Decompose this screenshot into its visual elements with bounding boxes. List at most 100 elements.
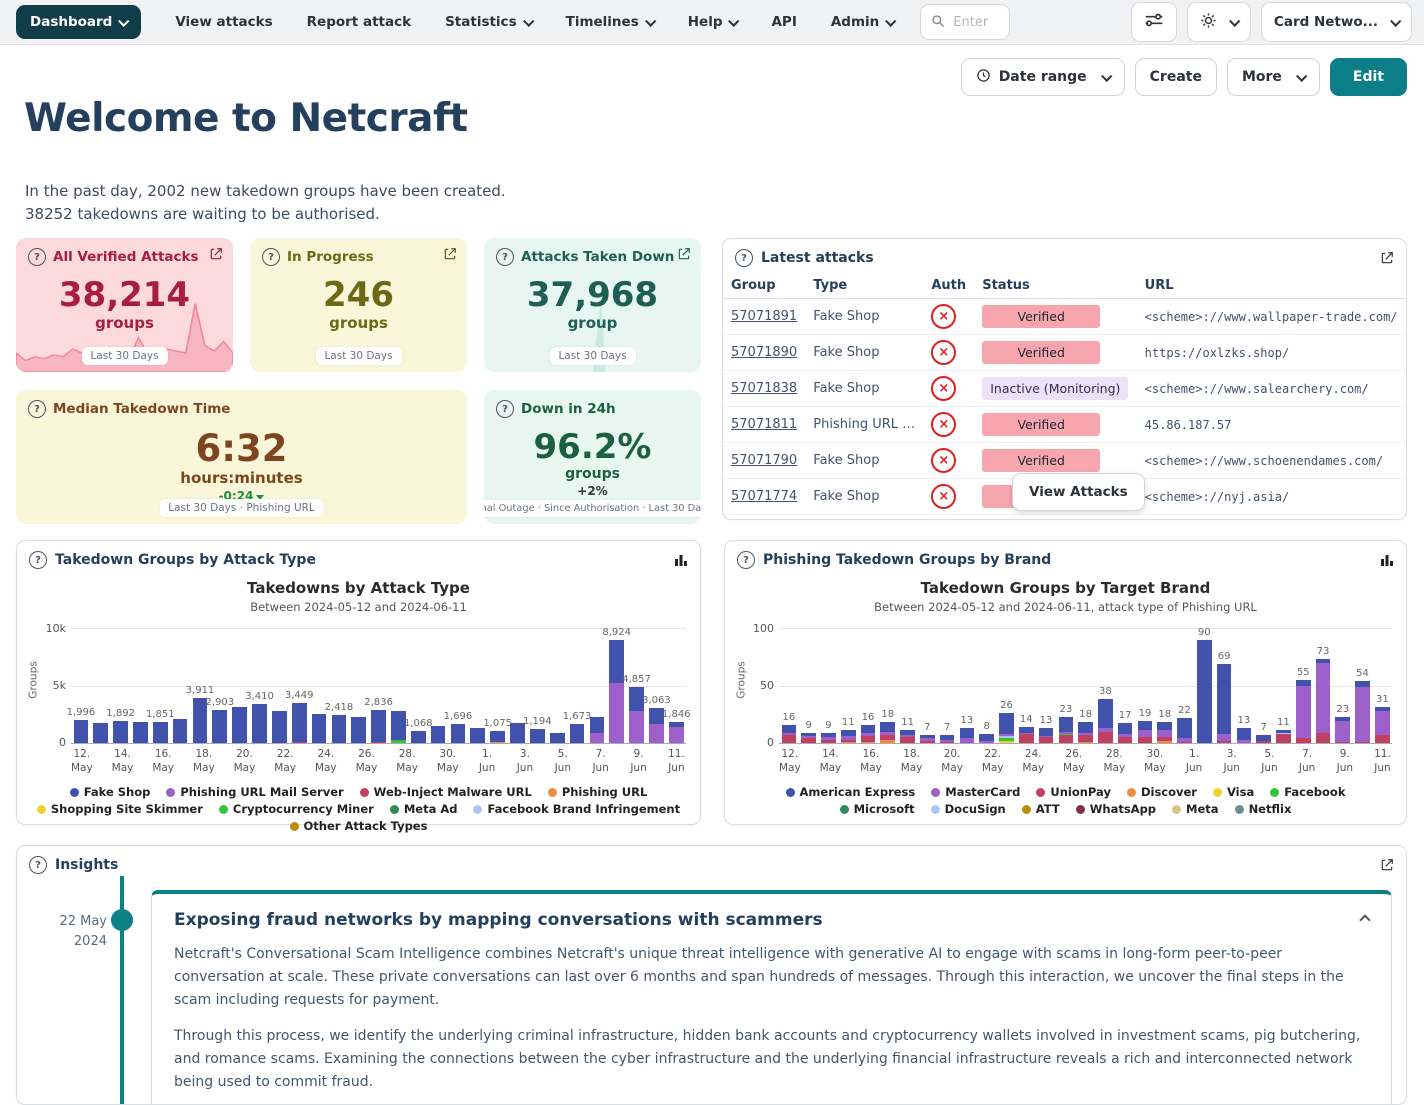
bar-29-may[interactable]: 1,068 [408, 628, 428, 743]
bar-16-may[interactable]: 1,851 [150, 628, 170, 743]
legend-item-discover[interactable]: Discover [1127, 785, 1197, 799]
bar-4-jun[interactable]: 13 [1234, 628, 1254, 743]
bar-31-may[interactable]: 1,696 [448, 628, 468, 743]
settings-button[interactable] [1187, 2, 1251, 42]
bar-1-jun[interactable]: 22 [1175, 628, 1195, 743]
bar-24-may[interactable]: 14 [1016, 628, 1036, 743]
help-icon[interactable]: ? [496, 248, 514, 266]
legend-item-facebook-brand-infringement[interactable]: Facebook Brand Infringement [473, 802, 680, 816]
bar-4-jun[interactable]: 1,194 [527, 628, 547, 743]
group-link[interactable]: 57071790 [731, 453, 797, 468]
bar-18-may[interactable]: 3,911 [190, 628, 210, 743]
external-link-icon[interactable] [443, 247, 457, 261]
legend-item-meta[interactable]: Meta [1172, 802, 1219, 816]
bar-17-may[interactable]: 18 [878, 628, 898, 743]
bar-13-may[interactable]: 9 [799, 628, 819, 743]
legend-item-netflix[interactable]: Netflix [1235, 802, 1292, 816]
bar-16-may[interactable]: 16 [858, 628, 878, 743]
bar-8-jun[interactable]: 73 [1313, 628, 1333, 743]
nav-item-report-attack[interactable]: Report attack [307, 14, 411, 30]
bar-19-may[interactable]: 7 [917, 628, 937, 743]
legend-item-microsoft[interactable]: Microsoft [840, 802, 915, 816]
bar-26-may[interactable] [349, 628, 369, 743]
bar-9-jun[interactable]: 23 [1333, 628, 1353, 743]
bar-12-may[interactable]: 16 [779, 628, 799, 743]
search-input[interactable] [951, 14, 999, 31]
bar-24-may[interactable] [309, 628, 329, 743]
bar-14-may[interactable]: 1,892 [111, 628, 131, 743]
legend-item-docusign[interactable]: DocuSign [931, 802, 1006, 816]
date-range-button[interactable]: Date range [961, 58, 1125, 96]
group-link[interactable]: 57071891 [731, 309, 797, 324]
external-link-icon[interactable] [1380, 251, 1394, 265]
bar-27-may[interactable]: 18 [1076, 628, 1096, 743]
bar-20-may[interactable]: 7 [937, 628, 957, 743]
legend-item-other-attack-types[interactable]: Other Attack Types [290, 819, 428, 833]
bar-28-may[interactable]: 38 [1096, 628, 1116, 743]
legend-item-whatsapp[interactable]: WhatsApp [1076, 802, 1156, 816]
bar-27-may[interactable]: 2,836 [369, 628, 389, 743]
bar-15-may[interactable]: 11 [838, 628, 858, 743]
bar-10-jun[interactable]: 3,063 [646, 628, 666, 743]
bar-21-may[interactable]: 13 [957, 628, 977, 743]
legend-item-att[interactable]: ATT [1022, 802, 1060, 816]
nav-item-view-attacks[interactable]: View attacks [175, 14, 272, 30]
help-icon[interactable]: ? [737, 551, 755, 569]
search-box[interactable] [920, 4, 1010, 40]
bar-9-jun[interactable]: 4,857 [627, 628, 647, 743]
bar-25-may[interactable]: 13 [1036, 628, 1056, 743]
legend-item-web-inject-malware-url[interactable]: Web-Inject Malware URL [360, 785, 532, 799]
group-link[interactable]: 57071838 [731, 381, 797, 396]
legend-item-american-express[interactable]: American Express [786, 785, 916, 799]
bar-7-jun[interactable] [587, 628, 607, 743]
bar-11-jun[interactable]: 1,846 [666, 628, 686, 743]
bar-2-jun[interactable]: 90 [1194, 628, 1214, 743]
nav-item-dashboard[interactable]: Dashboard [16, 5, 141, 39]
bar-22-may[interactable] [269, 628, 289, 743]
bar-5-jun[interactable]: 7 [1254, 628, 1274, 743]
bar-22-may[interactable]: 8 [977, 628, 997, 743]
bar-8-jun[interactable]: 8,924 [607, 628, 627, 743]
bar-3-jun[interactable]: 69 [1214, 628, 1234, 743]
nav-item-admin[interactable]: Admin [831, 14, 894, 30]
auth-denied-icon[interactable]: × [931, 412, 956, 437]
bar-chart-icon[interactable] [674, 553, 688, 567]
nav-item-help[interactable]: Help [688, 14, 738, 30]
legend-item-phishing-url-mail-server[interactable]: Phishing URL Mail Server [166, 785, 343, 799]
bar-31-may[interactable]: 18 [1155, 628, 1175, 743]
legend-item-unionpay[interactable]: UnionPay [1036, 785, 1111, 799]
bar-14-may[interactable]: 9 [819, 628, 839, 743]
help-icon[interactable]: ? [29, 856, 47, 874]
legend-item-visa[interactable]: Visa [1213, 785, 1254, 799]
help-icon[interactable]: ? [28, 400, 46, 418]
auth-denied-icon[interactable]: × [931, 448, 956, 473]
help-icon[interactable]: ? [262, 248, 280, 266]
nav-item-api[interactable]: API [771, 14, 796, 30]
group-link[interactable]: 57071890 [731, 345, 797, 360]
bar-23-may[interactable]: 3,449 [289, 628, 309, 743]
bar-2-jun[interactable]: 1,075 [488, 628, 508, 743]
bar-11-jun[interactable]: 31 [1372, 628, 1392, 743]
help-icon[interactable]: ? [496, 400, 514, 418]
collapse-chevron-icon[interactable] [1359, 914, 1370, 925]
bar-20-may[interactable] [230, 628, 250, 743]
bar-15-may[interactable] [131, 628, 151, 743]
external-link-icon[interactable] [1380, 858, 1394, 872]
edit-button[interactable]: Edit [1330, 58, 1407, 96]
bar-6-jun[interactable]: 1,673 [567, 628, 587, 743]
bar-7-jun[interactable]: 55 [1293, 628, 1313, 743]
bar-21-may[interactable]: 3,410 [250, 628, 270, 743]
create-button[interactable]: Create [1135, 58, 1217, 96]
bar-26-may[interactable]: 23 [1056, 628, 1076, 743]
auth-denied-icon[interactable]: × [931, 484, 956, 509]
legend-item-meta-ad[interactable]: Meta Ad [390, 802, 458, 816]
auth-denied-icon[interactable]: × [931, 304, 956, 329]
bar-10-jun[interactable]: 54 [1353, 628, 1373, 743]
help-icon[interactable]: ? [735, 249, 753, 267]
bar-13-may[interactable] [91, 628, 111, 743]
bar-29-may[interactable]: 17 [1115, 628, 1135, 743]
group-link[interactable]: 57071811 [731, 417, 797, 432]
bar-6-jun[interactable]: 11 [1274, 628, 1294, 743]
bar-25-may[interactable]: 2,418 [329, 628, 349, 743]
legend-item-shopping-site-skimmer[interactable]: Shopping Site Skimmer [37, 802, 203, 816]
